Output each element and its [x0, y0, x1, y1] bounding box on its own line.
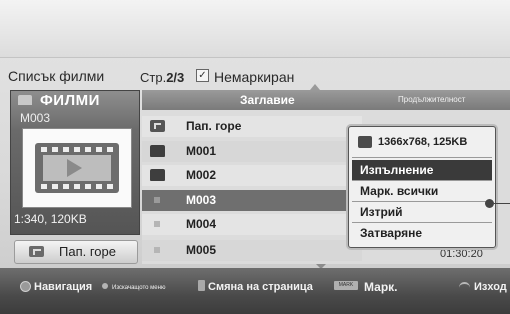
footer-page-change: Смяна на страница: [208, 281, 313, 293]
file-icon: [154, 221, 160, 227]
footer-exit[interactable]: Изход: [474, 281, 507, 293]
file-icon: [154, 197, 160, 203]
navigation-icon: [20, 281, 31, 292]
info-icon: [358, 136, 372, 148]
film-strip-icon: [35, 143, 119, 193]
folder-title: ФИЛМИ: [40, 92, 100, 109]
row-label: Пап. горе: [186, 119, 242, 133]
folder-up-icon: [150, 120, 165, 132]
folder-icon: [150, 145, 165, 157]
popup-file-info: 1366x768, 125KB: [378, 136, 468, 148]
video-thumbnail: [22, 128, 132, 208]
callout-line: [494, 203, 510, 204]
folder-up-icon: [29, 246, 44, 257]
popup-item-mark-all[interactable]: Марк. всички: [352, 181, 492, 201]
row-label: M005: [186, 243, 217, 257]
page-number: 2/3: [166, 70, 185, 85]
popup-menu-icon: [102, 283, 108, 289]
page-change-icon: [198, 280, 205, 291]
table-row[interactable]: M005: [142, 240, 362, 261]
exit-icon: [459, 282, 470, 292]
popup-item-delete[interactable]: Изтрий: [352, 202, 492, 222]
callout-dot: [485, 199, 494, 208]
play-icon: [67, 159, 82, 177]
footer-popup-menu: Изскачащото меню: [112, 285, 166, 291]
row-label: M001: [186, 144, 217, 158]
page-title: Списък филми: [8, 68, 105, 84]
filter-checkbox-icon[interactable]: ✓: [196, 69, 209, 82]
up-folder-button-label: Пап. горе: [59, 244, 116, 259]
table-row[interactable]: M001: [142, 141, 362, 162]
page-prefix: Стр.: [140, 70, 167, 85]
mark-key-icon: MARK: [334, 281, 358, 290]
row-label: M002: [186, 168, 217, 182]
column-duration[interactable]: Продължителност: [398, 95, 465, 104]
row-label: M003: [186, 193, 217, 207]
table-row-selected[interactable]: M003: [142, 190, 362, 211]
filter-dropdown[interactable]: Немаркиран: [214, 69, 294, 85]
footer-mark: Марк.: [364, 280, 398, 294]
folder-icon: [18, 95, 32, 105]
page-indicator: Стр.2/3: [140, 70, 184, 85]
folder-icon: [150, 169, 165, 181]
popup-item-play[interactable]: Изпълнение: [352, 160, 492, 180]
current-file-name: M003: [20, 111, 51, 125]
column-title[interactable]: Заглавие: [240, 93, 295, 107]
popup-divider: [352, 157, 492, 158]
row-duration: 01:30:20: [440, 248, 483, 260]
row-label: M004: [186, 217, 217, 231]
table-row[interactable]: M004: [142, 214, 362, 235]
footer-navigation: Навигация: [34, 281, 93, 293]
table-row[interactable]: Пап. горе: [142, 116, 362, 137]
file-icon: [154, 247, 160, 253]
file-resolution-size: 1:340, 120KB: [14, 212, 87, 226]
table-row[interactable]: M002: [142, 165, 362, 186]
top-band: [0, 0, 510, 58]
up-folder-button[interactable]: Пап. горе: [14, 240, 138, 264]
popup-item-close[interactable]: Затваряне: [352, 223, 492, 243]
